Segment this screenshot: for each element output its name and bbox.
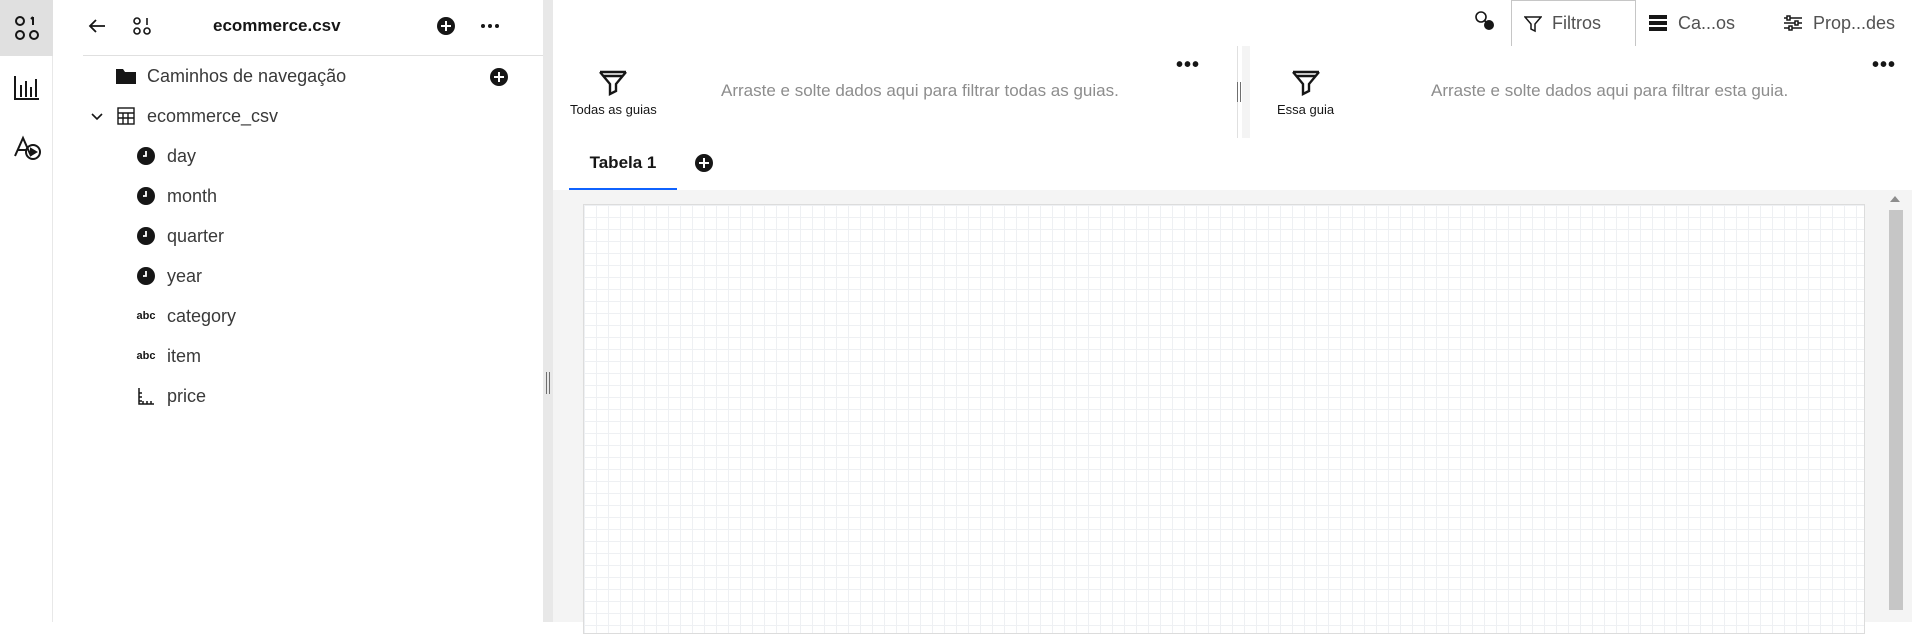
add-navigation-path-button[interactable] bbox=[489, 67, 509, 87]
field-row-price[interactable]: price bbox=[135, 377, 206, 415]
field-row-item[interactable]: abc item bbox=[135, 337, 202, 375]
settings-adjust-icon bbox=[1783, 14, 1803, 32]
dashboard-canvas[interactable] bbox=[583, 204, 1865, 634]
filter-icon bbox=[1524, 15, 1542, 33]
data-source-icon bbox=[132, 16, 152, 36]
field-label: category bbox=[167, 305, 237, 326]
tab-tabela-1[interactable]: Tabela 1 bbox=[569, 138, 677, 191]
visualizations-icon bbox=[13, 73, 41, 101]
data-sources-icon bbox=[14, 15, 40, 41]
table-row-ecommerce[interactable]: ecommerce_csv bbox=[87, 97, 278, 135]
field-row-category[interactable]: abc category bbox=[135, 297, 237, 335]
measure-icon bbox=[135, 385, 157, 407]
clock-icon bbox=[135, 225, 157, 247]
connect-button[interactable] bbox=[1474, 10, 1496, 32]
data-panel: ecommerce.csv Caminhos de navegação ecom… bbox=[53, 0, 563, 622]
clock-icon bbox=[135, 185, 157, 207]
tab-campos[interactable]: Ca...os bbox=[1648, 0, 1768, 46]
scroll-up-icon[interactable] bbox=[1890, 196, 1900, 202]
field-row-month[interactable]: month bbox=[135, 177, 217, 215]
clock-icon bbox=[135, 145, 157, 167]
panel-more-button[interactable] bbox=[476, 12, 504, 40]
this-tab-label: Essa guia bbox=[1277, 102, 1335, 117]
table-label: ecommerce_csv bbox=[147, 105, 279, 126]
chevron-down-icon[interactable] bbox=[87, 109, 107, 123]
all-tabs-more-button[interactable]: ••• bbox=[1176, 55, 1200, 75]
this-tab-more-button[interactable]: ••• bbox=[1872, 55, 1896, 75]
abc-icon: abc bbox=[136, 350, 156, 362]
abc-icon: abc bbox=[136, 310, 156, 322]
all-tabs-drop-hint: Arraste e solte dados aqui para filtrar … bbox=[721, 81, 1119, 100]
left-icon-rail bbox=[0, 0, 53, 622]
field-label: year bbox=[167, 265, 203, 286]
scrollbar-thumb[interactable] bbox=[1889, 210, 1903, 610]
panel-header: ecommerce.csv bbox=[83, 0, 563, 56]
filter-bar: Todas as guias Arraste e solte dados aqu… bbox=[553, 46, 1912, 139]
visualizations-button[interactable] bbox=[0, 59, 53, 115]
data-sources-button[interactable] bbox=[0, 0, 53, 56]
tab-filtros-label: Filtros bbox=[1552, 13, 1601, 33]
splitter-handle-icon[interactable] bbox=[546, 372, 550, 394]
arrow-left-icon bbox=[87, 16, 107, 36]
tab-campos-label: Ca...os bbox=[1678, 12, 1736, 33]
canvas-tabs: Tabela 1 bbox=[553, 138, 1912, 191]
tab-propriedades-label: Prop...des bbox=[1813, 12, 1896, 33]
assets-button[interactable] bbox=[0, 119, 53, 175]
filter-splitter-gutter bbox=[1242, 46, 1250, 138]
add-circle-icon bbox=[489, 67, 509, 87]
filter-splitter-handle[interactable] bbox=[1237, 82, 1241, 102]
all-tabs-label: Todas as guias bbox=[570, 102, 657, 117]
assets-icon bbox=[12, 132, 42, 162]
panel-splitter[interactable] bbox=[543, 0, 553, 622]
back-button[interactable] bbox=[83, 12, 111, 40]
table-icon bbox=[115, 105, 137, 127]
add-tab-button[interactable] bbox=[694, 153, 714, 173]
filter-icon bbox=[1290, 68, 1322, 98]
folder-icon bbox=[115, 65, 137, 87]
add-source-button[interactable] bbox=[432, 12, 460, 40]
clock-icon bbox=[135, 265, 157, 287]
field-row-quarter[interactable]: quarter bbox=[135, 217, 224, 255]
canvas-area bbox=[553, 190, 1912, 634]
tab-propriedades[interactable]: Prop...des bbox=[1773, 0, 1912, 46]
field-row-day[interactable]: day bbox=[135, 137, 196, 175]
field-label: day bbox=[167, 145, 197, 166]
relationship-icon bbox=[1474, 10, 1496, 32]
source-view-button[interactable] bbox=[128, 12, 156, 40]
this-tab-filter-target[interactable]: Essa guia bbox=[1277, 68, 1334, 117]
field-row-year[interactable]: year bbox=[135, 257, 202, 295]
field-label: quarter bbox=[167, 225, 225, 246]
field-label: price bbox=[167, 385, 207, 406]
all-tabs-filter-target[interactable]: Todas as guias bbox=[570, 68, 657, 117]
tab-filtros[interactable]: Filtros bbox=[1511, 0, 1636, 46]
add-circle-icon bbox=[694, 153, 714, 173]
top-toolbar: Filtros Ca...os Prop...des bbox=[553, 0, 1912, 47]
navigation-paths-label: Caminhos de navegação bbox=[147, 65, 347, 86]
fields-list-icon bbox=[1648, 14, 1668, 32]
this-tab-drop-hint: Arraste e solte dados aqui para filtrar … bbox=[1431, 81, 1789, 100]
field-label: month bbox=[167, 185, 218, 206]
overflow-menu-icon bbox=[480, 23, 500, 29]
source-title: ecommerce.csv bbox=[213, 16, 341, 35]
filter-icon bbox=[597, 68, 629, 98]
add-circle-icon bbox=[436, 16, 456, 36]
vertical-scrollbar[interactable] bbox=[1879, 190, 1912, 622]
field-label: item bbox=[167, 345, 202, 366]
